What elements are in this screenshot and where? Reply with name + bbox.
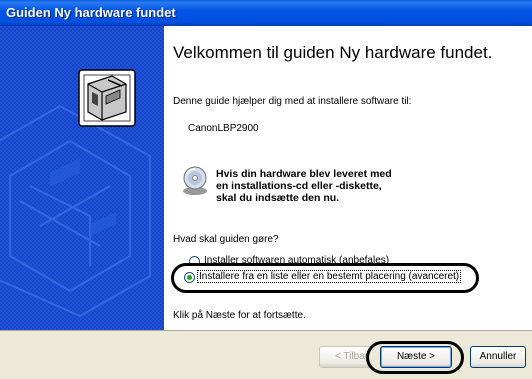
cd-notice-line-1: Hvis din hardware blev leveret med: [216, 168, 392, 180]
next-button[interactable]: Næste >: [380, 346, 452, 368]
radio-advanced[interactable]: [184, 272, 195, 283]
option-advanced-label: Installere fra en liste eller en bestemt…: [196, 270, 462, 283]
device-name: CanonLBP2900: [188, 123, 259, 134]
cd-notice-line-2: en installations-cd eller -diskette,: [216, 180, 382, 192]
wizard-content: Velkommen til guiden Ny hardware fundet.…: [164, 26, 532, 330]
wizard-footer: < Tilbage Næste > Annuller: [0, 330, 532, 379]
intro-text: Denne guide hjælper dig med at installer…: [173, 96, 412, 107]
continue-hint: Klik på Næste for at fortsætte.: [173, 310, 306, 321]
window-title: Guiden Ny hardware fundet: [6, 5, 176, 20]
title-bar: Guiden Ny hardware fundet: [0, 0, 532, 26]
option-advanced[interactable]: Installere fra en liste eller en bestemt…: [184, 270, 476, 286]
wizard-window: Guiden Ny hardware fundet Velkommen til …: [0, 0, 532, 379]
cd-notice-line-3: skal du indsætte den nu.: [216, 192, 340, 204]
cancel-button[interactable]: Annuller: [470, 346, 526, 368]
wizard-sidebar: [0, 26, 164, 330]
hardware-icon: [78, 69, 136, 127]
page-title: Velkommen til guiden Ny hardware fundet.: [173, 43, 493, 62]
question-label: Hvad skal guiden gøre?: [173, 234, 279, 245]
cd-install-icon: [182, 166, 208, 196]
sidebar-banner-art: [0, 26, 164, 330]
